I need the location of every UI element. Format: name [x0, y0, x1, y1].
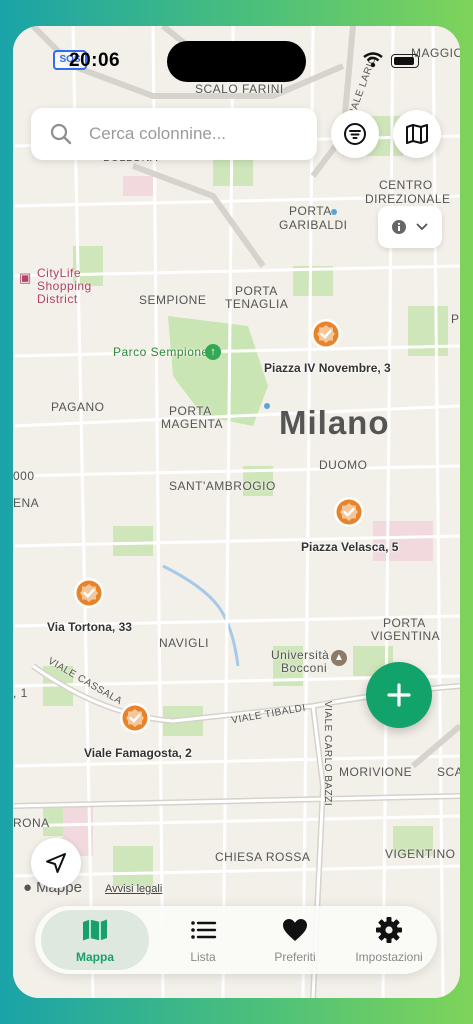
- pin-label[interactable]: Piazza IV Novembre, 3: [264, 361, 391, 375]
- map-label: GARIBALDI: [279, 218, 348, 232]
- map-view[interactable]: SCALO FARINI VIALE LARIO MAGGIOL CENTRO …: [13, 26, 460, 998]
- dynamic-island: [167, 41, 306, 82]
- map-label: PAGANO: [51, 400, 105, 414]
- map-label: CENTRO: [379, 178, 433, 192]
- map-label: VIGENTINO: [385, 847, 456, 861]
- heart-icon: [283, 919, 307, 941]
- wifi-icon: [363, 52, 383, 68]
- city-label: Milano: [279, 404, 390, 441]
- map-label: PORTA: [169, 404, 212, 418]
- map-style-button[interactable]: [393, 110, 441, 158]
- locate-me-button[interactable]: [31, 838, 81, 888]
- map-label: SEMPIONE: [139, 293, 207, 307]
- map-label: CHIESA ROSSA: [215, 850, 311, 864]
- pin-label[interactable]: Viale Famagosta, 2: [84, 746, 192, 760]
- map-label: VIALE CARLO BAZZI: [322, 700, 334, 807]
- filter-button[interactable]: [331, 110, 379, 158]
- charging-pin-icon[interactable]: [332, 496, 366, 530]
- tab-label: Preferiti: [274, 950, 316, 964]
- tab-settings[interactable]: Impostazioni: [341, 906, 437, 974]
- map-label: SANT'AMBROGIO: [169, 479, 276, 493]
- phone-screen: SCALO FARINI VIALE LARIO MAGGIOL CENTRO …: [13, 26, 460, 998]
- search-icon: [50, 123, 72, 145]
- search-bar[interactable]: [31, 108, 317, 160]
- map-label: P: [451, 312, 460, 326]
- map-label: DIREZIONALE: [365, 192, 451, 206]
- pin-label[interactable]: Via Tortona, 33: [47, 620, 132, 634]
- list-icon: [191, 921, 217, 939]
- map-label: VIGENTINA: [371, 629, 441, 643]
- charging-pin-icon[interactable]: [118, 702, 152, 736]
- info-icon: [392, 220, 406, 234]
- map-icon: [406, 124, 428, 144]
- map-label: MAGENTA: [161, 417, 223, 431]
- map-label: ENA: [13, 496, 40, 510]
- university-icon: ▲: [331, 650, 347, 666]
- poi-label: CityLife: [37, 266, 82, 280]
- map-label: TENAGLIA: [225, 297, 289, 311]
- park-icon: ↑: [205, 344, 221, 360]
- tab-label: Lista: [190, 950, 216, 964]
- legal-notices-link[interactable]: Avvisi legali: [105, 883, 162, 895]
- search-input[interactable]: [87, 123, 291, 145]
- poi-label: District: [37, 292, 78, 306]
- add-station-button[interactable]: [366, 662, 432, 728]
- map-label: SCA: [437, 765, 460, 779]
- charging-pin-icon[interactable]: [72, 577, 106, 611]
- location-arrow-icon: [46, 853, 66, 873]
- map-label: MORIVIONE: [339, 765, 413, 779]
- tab-favorites[interactable]: Preferiti: [247, 906, 343, 974]
- tab-bar: Mappa Lista Preferiti Impostazioni: [35, 906, 437, 974]
- map-info-button[interactable]: [378, 206, 442, 248]
- map-label: RONA: [13, 816, 50, 830]
- chevron-down-icon: [416, 223, 428, 231]
- map-label: 000: [13, 469, 35, 483]
- plus-icon: [387, 683, 411, 707]
- map-label: NAVIGLI: [159, 636, 209, 650]
- apple-logo-icon: ●: [23, 879, 33, 896]
- status-bar: SOS 20:06: [13, 26, 460, 86]
- poi-label: Parco Sempione: [113, 345, 209, 359]
- poi-label: Bocconi: [281, 661, 328, 675]
- pin-label[interactable]: Piazza Velasca, 5: [301, 540, 398, 554]
- status-time: 20:06: [69, 50, 121, 71]
- tab-label: Impostazioni: [355, 950, 423, 964]
- map-label: DUOMO: [319, 458, 368, 472]
- poi-label: Università: [271, 648, 330, 662]
- map-label: PORTA: [235, 284, 278, 298]
- map-label: , 1: [13, 686, 28, 700]
- poi-icon: ▣: [19, 270, 32, 285]
- battery-icon: [391, 54, 419, 68]
- map-icon: [83, 919, 107, 941]
- tab-label: Mappa: [75, 950, 114, 964]
- map-label: PORTA: [383, 616, 426, 630]
- tab-map[interactable]: Mappa: [41, 910, 149, 970]
- tab-list[interactable]: Lista: [155, 906, 251, 974]
- map-label: PORTA: [289, 204, 332, 218]
- gear-icon: [376, 917, 402, 943]
- poi-label: Shopping: [37, 279, 92, 293]
- filter-icon: [344, 123, 366, 145]
- charging-pin-icon[interactable]: [309, 318, 343, 352]
